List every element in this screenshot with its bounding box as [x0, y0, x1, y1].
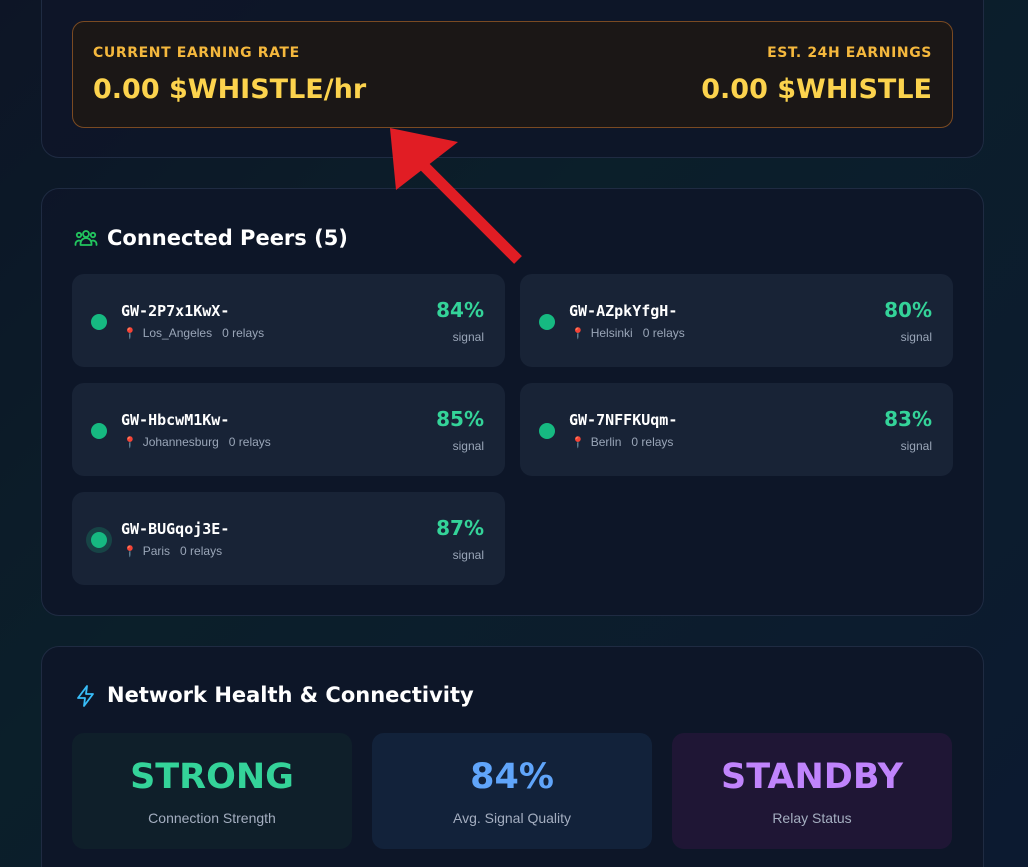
peer-relays: 0 relays — [642, 326, 685, 340]
location-pin-icon: 📍 — [571, 437, 585, 449]
est-24h-label: EST. 24H EARNINGS — [767, 45, 932, 61]
relay-status-value: STANDBY — [721, 757, 903, 797]
peer-signal-value: 84% — [436, 298, 484, 322]
lightning-icon — [77, 685, 94, 707]
peer-location: Paris — [142, 544, 171, 558]
peer-id: GW-AZpkYfgH- — [569, 302, 678, 320]
peer-id: GW-HbcwM1Kw- — [121, 411, 230, 429]
peer-signal-label: signal — [452, 548, 484, 562]
relay-status-stat: STANDBY Relay Status — [672, 733, 952, 849]
peer-signal-label: signal — [452, 439, 484, 453]
peer-card[interactable]: GW-2P7x1KwX- 📍 Los_Angeles 0 relays 84% si… — [72, 274, 505, 367]
peer-id: GW-BUGqoj3E- — [121, 520, 230, 538]
peer-meta: 📍 Helsinki 0 relays — [571, 326, 685, 340]
peer-location: Johannesburg — [142, 435, 219, 449]
peer-signal-label: signal — [900, 330, 932, 344]
peer-card[interactable]: GW-AZpkYfgH- 📍 Helsinki 0 relays 80% signa… — [520, 274, 953, 367]
peer-id: GW-2P7x1KwX- — [121, 302, 230, 320]
peer-location: Helsinki — [590, 326, 633, 340]
earnings-box: CURRENT EARNING RATE 0.00 $WHISTLE/hr ES… — [72, 21, 953, 128]
relay-status-label: Relay Status — [772, 810, 852, 826]
peer-location: Los_Angeles — [142, 326, 213, 340]
peer-signal-label: signal — [900, 439, 932, 453]
peer-relays: 0 relays — [180, 544, 223, 558]
peer-meta: 📍 Berlin 0 relays — [571, 435, 673, 449]
peer-meta: 📍 Paris 0 relays — [123, 544, 222, 558]
users-icon — [74, 230, 98, 246]
location-pin-icon: 📍 — [123, 328, 137, 340]
signal-quality-label: Avg. Signal Quality — [452, 810, 572, 826]
online-status-dot — [91, 314, 107, 330]
earning-rate-value: 0.00 $WHISTLE/hr — [93, 74, 367, 105]
signal-quality-value: 84% — [470, 757, 554, 797]
network-health-title: Network Health & Connectivity — [107, 683, 474, 707]
connected-peers-title: Connected Peers (5) — [107, 226, 348, 250]
online-status-dot — [539, 314, 555, 330]
network-health-card: Network Health & Connectivity STRONG Con… — [41, 646, 984, 867]
peer-signal-value: 83% — [884, 407, 932, 431]
peer-card[interactable]: GW-BUGqoj3E- 📍 Paris 0 relays 87% signal — [72, 492, 505, 585]
peer-signal-value: 87% — [436, 516, 484, 540]
peer-relays: 0 relays — [228, 435, 271, 449]
location-pin-icon: 📍 — [123, 546, 137, 558]
peer-location: Berlin — [590, 435, 622, 449]
earning-rate-label: CURRENT EARNING RATE — [93, 45, 300, 61]
peer-signal-label: signal — [452, 330, 484, 344]
peer-meta: 📍 Johannesburg 0 relays — [123, 435, 271, 449]
signal-quality-stat: 84% Avg. Signal Quality — [372, 733, 652, 849]
connection-strength-stat: STRONG Connection Strength — [72, 733, 352, 849]
peer-signal-value: 85% — [436, 407, 484, 431]
peer-meta: 📍 Los_Angeles 0 relays — [123, 326, 264, 340]
earnings-card: CURRENT EARNING RATE 0.00 $WHISTLE/hr ES… — [41, 0, 984, 158]
connection-strength-value: STRONG — [130, 757, 294, 797]
online-status-dot — [91, 423, 107, 439]
peer-relays: 0 relays — [631, 435, 674, 449]
est-24h-value: 0.00 $WHISTLE — [701, 74, 932, 105]
peer-id: GW-7NFFKUqm- — [569, 411, 678, 429]
peer-card[interactable]: GW-7NFFKUqm- 📍 Berlin 0 relays 83% signal — [520, 383, 953, 476]
peer-relays: 0 relays — [222, 326, 265, 340]
connected-peers-card: Connected Peers (5) GW-2P7x1KwX- 📍 Los_An… — [41, 188, 984, 616]
online-status-dot — [539, 423, 555, 439]
location-pin-icon: 📍 — [123, 437, 137, 449]
peer-card[interactable]: GW-HbcwM1Kw- 📍 Johannesburg 0 relays 85% s… — [72, 383, 505, 476]
connection-strength-label: Connection Strength — [148, 810, 276, 826]
peer-signal-value: 80% — [884, 298, 932, 322]
online-status-dot — [91, 532, 107, 548]
location-pin-icon: 📍 — [571, 328, 585, 340]
